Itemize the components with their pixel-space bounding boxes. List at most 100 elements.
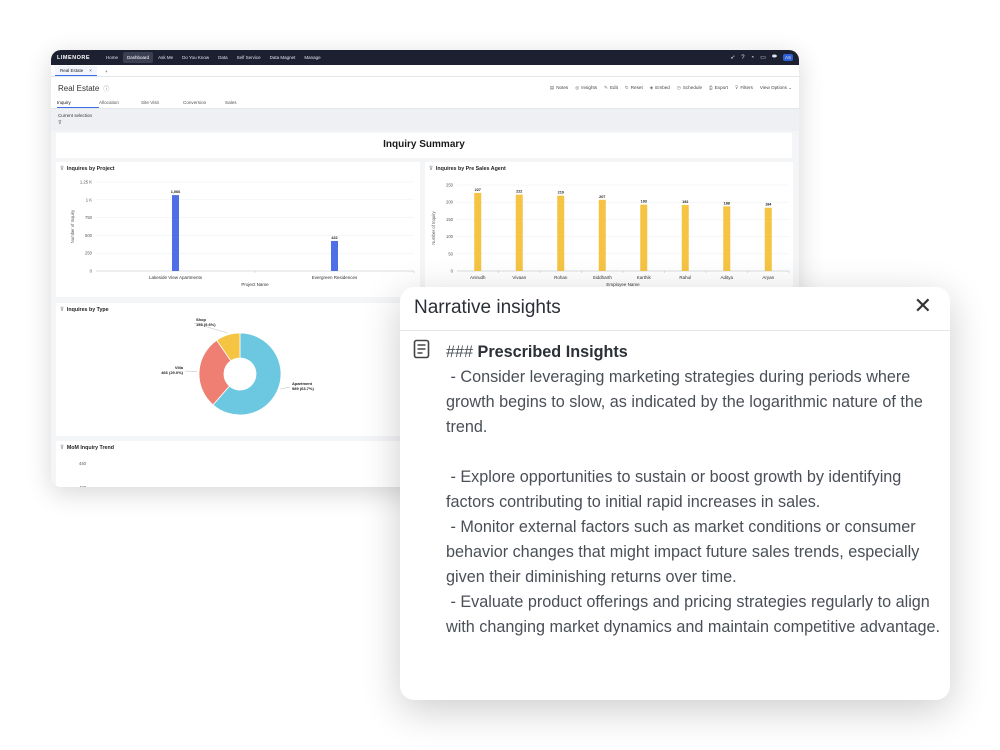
data-label: 222 [516, 190, 522, 194]
tab-bar: Real Estate × + [51, 65, 799, 77]
action-label: View Options ⌄ [759, 85, 792, 90]
nav-item-data[interactable]: Data [214, 52, 232, 63]
current-selection-bar: Current selection ⊽ [51, 109, 799, 131]
edit-button[interactable]: ✎ Edit [604, 85, 618, 91]
filters-button[interactable]: ⊽ Filters [735, 85, 753, 91]
nav-item-do-you-know[interactable]: Do You Know [178, 52, 213, 63]
subtabs: Inquiry Allocation Site Visit Conversion Sal… [51, 99, 799, 109]
tab-conversion[interactable]: Conversion [183, 99, 225, 108]
panel-title: ⊽ Inquires by Type [60, 307, 109, 313]
y-axis-label: Number of Inquiry [70, 209, 75, 243]
document-icon [413, 339, 431, 364]
x-axis-label: Project Name [241, 282, 269, 287]
y-tick-label: 200 [446, 200, 454, 205]
tab-allocation[interactable]: Allocation [99, 99, 141, 108]
nav-item-home[interactable]: Home [102, 52, 122, 63]
bar-lakeside-view-apartments[interactable] [172, 195, 179, 271]
chat-icon[interactable]: ▭ [760, 54, 766, 61]
help-icon[interactable]: ? [741, 55, 744, 61]
insights-heading: Prescribed Insights [477, 343, 628, 361]
data-label: 422 [331, 236, 337, 240]
dashboard-header: Real Estate ⓘ ▤ Notes ◎ Insights ✎ Edit ↻ Reset… [51, 77, 799, 99]
nav-item-self-service[interactable]: Self Service [233, 52, 265, 63]
bar-aryan[interactable] [764, 207, 772, 271]
chart-title: MoM Inquiry Trend [66, 445, 114, 451]
panel-title: ⊽ MoM Inquiry Trend [60, 445, 114, 451]
tab-site-visit[interactable]: Site Visit [141, 99, 183, 108]
bar-evergreen-residences[interactable] [331, 240, 338, 271]
action-label: Edit [609, 85, 618, 90]
x-tick-label: Aditya [720, 275, 733, 280]
filter-icon[interactable]: ⊽ [60, 166, 64, 172]
bar-karthik[interactable] [640, 204, 648, 271]
bar-vivaan[interactable] [515, 194, 523, 271]
filter-icon[interactable]: ⊽ [429, 166, 433, 172]
action-label: Reset [630, 85, 643, 90]
tab-sales[interactable]: Sales [225, 99, 267, 108]
action-label: Embed [655, 85, 670, 90]
insights-body: - Consider leveraging marketing strategi… [446, 368, 940, 636]
leader-line [184, 370, 198, 372]
filter-icon[interactable]: ⊽ [58, 120, 792, 126]
insights-button[interactable]: ◎ Insights [575, 85, 597, 91]
embed-icon: ◈ [649, 85, 654, 90]
filter-icon[interactable]: ⊽ [60, 445, 64, 451]
nav-item-data-magnet[interactable]: Data Magnet [266, 52, 300, 63]
nav-item-ask-me[interactable]: Ask Me [154, 52, 177, 63]
tab-real-estate[interactable]: Real Estate × [55, 66, 97, 76]
bar-rahul[interactable] [681, 204, 689, 271]
chart-title: Inquires by Type [66, 307, 109, 313]
top-nav: LIMENORE Home Dashboard Ask Me Do You Know D… [51, 50, 799, 65]
data-label: 188 [724, 201, 730, 205]
bar-anirudh[interactable] [474, 192, 482, 271]
rocket-icon[interactable]: ➶ [730, 54, 735, 61]
toggle-icon[interactable]: ⬬ [772, 54, 777, 61]
slice-value-label: 989 (63.7%) [292, 386, 314, 391]
dashboard-title: Real Estate [58, 83, 100, 93]
action-label: Filters [740, 85, 753, 90]
reset-button[interactable]: ↻ Reset [625, 85, 643, 91]
action-label: Notes [556, 85, 569, 90]
filter-icon[interactable]: ⊽ [60, 307, 64, 313]
y-tick-label: 50 [448, 251, 453, 256]
nav-item-dashboard[interactable]: Dashboard [123, 52, 154, 63]
x-tick-label: Siddharth [593, 275, 613, 280]
notes-button[interactable]: ▤ Notes [550, 85, 568, 91]
schedule-button[interactable]: ◷ Schedule [677, 85, 702, 91]
embed-button[interactable]: ◈ Embed [650, 85, 670, 91]
edit-icon: ✎ [604, 85, 608, 90]
leader-line [280, 386, 291, 390]
heading-prefix: ### [446, 343, 478, 361]
panel-inquiries-by-project: ⊽ Inquires by Project 0 250 500 750 1 K 1.25 K… [56, 162, 420, 297]
close-icon[interactable]: ✕ [914, 293, 932, 319]
view-options-button[interactable]: View Options ⌄ [760, 85, 792, 91]
logo: LIMENORE [57, 54, 91, 61]
add-tab-button[interactable]: + [105, 69, 108, 76]
bar-rohan[interactable] [557, 195, 565, 271]
y-tick-label: 150 [446, 217, 454, 222]
reset-icon: ↻ [624, 85, 629, 90]
avatar[interactable]: AS [782, 54, 793, 61]
chart-agent-bar: 0 50 100 150 200 250 227 Anirudh 222 Vivaan 219 Roh… [431, 183, 790, 287]
data-label: 207 [599, 195, 605, 199]
y-tick-label: 250 [85, 251, 93, 256]
close-icon[interactable]: × [89, 68, 92, 73]
x-tick-label: Karthik [637, 275, 652, 280]
x-tick-label: Aryan [762, 275, 774, 280]
y-tick-label: 100 [446, 234, 454, 239]
bar-aditya[interactable] [723, 206, 731, 271]
panel-inquiries-by-agent: ⊽ Inquires by Pre Sales Agent 0 50 100 150 20… [425, 162, 793, 297]
slice-value-label: 155 (9.6%) [196, 322, 216, 327]
tab-inquiry[interactable]: Inquiry [57, 99, 99, 108]
data-label: 227 [475, 188, 481, 192]
panel-title: ⊽ Inquires by Pre Sales Agent [429, 166, 506, 172]
notification-icon[interactable]: ◔ [751, 55, 755, 61]
y-tick-label: 0 [451, 269, 454, 274]
export-button[interactable]: ⎙ Export [709, 85, 728, 91]
info-icon[interactable]: ⓘ [103, 84, 109, 93]
notes-icon: ▤ [549, 85, 555, 90]
nav-item-manage[interactable]: Manage [300, 52, 324, 63]
export-icon: ⎙ [709, 85, 713, 90]
schedule-icon: ◷ [676, 85, 681, 90]
bar-siddharth[interactable] [598, 199, 606, 271]
